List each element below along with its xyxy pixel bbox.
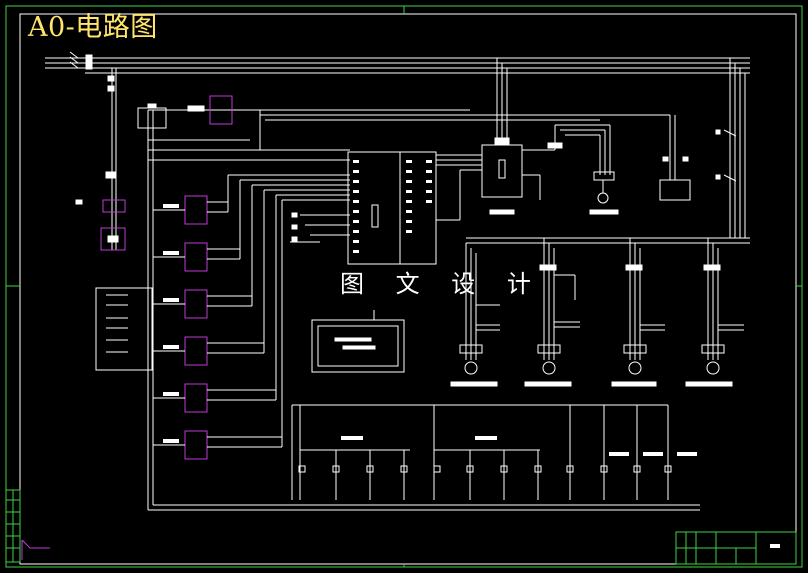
- right-feeder: [466, 58, 750, 244]
- hmi-panel: [311, 310, 405, 373]
- power-bus: [45, 51, 750, 74]
- plc-unit: [347, 151, 482, 265]
- drawing-title: A0-电路图: [28, 12, 158, 43]
- watermark-text: 图 文 设 计: [340, 270, 543, 298]
- relay-stack: [153, 174, 350, 460]
- left-legend-stack: [5, 489, 50, 563]
- inverter-block: [481, 58, 691, 215]
- left-control-column: [75, 68, 153, 371]
- title-block: [675, 531, 797, 565]
- output-row: [291, 404, 697, 500]
- motor-branches: [450, 238, 744, 387]
- control-bus: [137, 95, 700, 511]
